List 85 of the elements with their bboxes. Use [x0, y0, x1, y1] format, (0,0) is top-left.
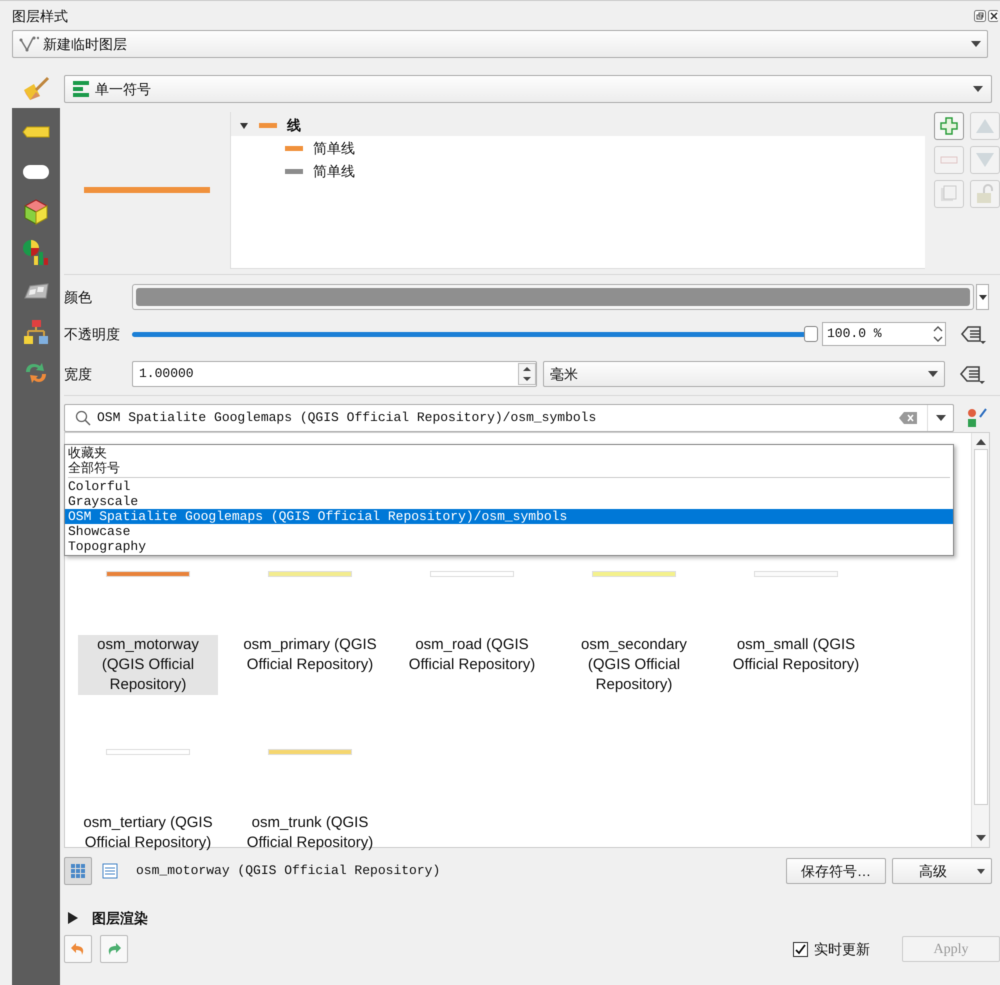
pie-bar-chart-icon[interactable]	[22, 238, 50, 266]
renderer-combo[interactable]: 单一符号	[64, 75, 992, 103]
width-spinbox[interactable]: 1.00000	[132, 361, 537, 387]
unit-combo[interactable]: 毫米	[543, 361, 945, 387]
data-defined-icon[interactable]	[958, 323, 986, 345]
library-search-field[interactable]: OSM Spatialite Googlemaps (QGIS Official Repository)/osm_symbols	[64, 404, 954, 432]
symbol-item-label[interactable]: osm_trunk (QGIS Official Repository)	[240, 813, 380, 853]
opacity-slider[interactable]	[132, 326, 818, 342]
float-icon[interactable]	[974, 10, 986, 22]
minus-icon	[940, 156, 958, 164]
scroll-up-icon	[976, 439, 986, 445]
library-option[interactable]: Topography	[65, 539, 953, 554]
library-search-value: OSM Spatialite Googlemaps (QGIS Official Repository)/osm_symbols	[97, 409, 598, 428]
selected-symbol-name: osm_motorway (QGIS Official Repository)	[136, 862, 442, 880]
color-button[interactable]	[132, 284, 974, 310]
opacity-value: 100.0 %	[827, 325, 883, 344]
hierarchy-icon[interactable]	[22, 318, 50, 346]
cube-icon[interactable]	[22, 198, 50, 226]
panel-title: 图层样式	[12, 6, 69, 26]
tree-item[interactable]: 简单线	[312, 138, 355, 159]
line-layer-icon	[19, 35, 39, 53]
layer-combo[interactable]: 新建临时图层	[12, 30, 988, 58]
redo-button[interactable]	[100, 935, 128, 963]
symbol-item-label[interactable]: osm_small (QGIS Official Repository)	[726, 635, 866, 675]
up-triangle-icon	[976, 119, 994, 133]
symbol-item-label[interactable]: osm_tertiary (QGIS Official Repository)	[78, 813, 218, 853]
library-option[interactable]: Grayscale	[65, 494, 953, 509]
live-update-checkbox[interactable]	[793, 942, 808, 956]
library-option[interactable]: 全部符号	[65, 461, 953, 476]
caret-icon	[928, 371, 938, 377]
width-label: 宽度	[64, 364, 93, 384]
caret-icon	[973, 86, 983, 92]
caret-icon	[978, 294, 986, 300]
opacity-spinbox[interactable]: 100.0 %	[822, 322, 946, 346]
plus-icon	[940, 117, 958, 135]
advanced-button[interactable]: 高级	[892, 858, 992, 884]
layer-combo-value: 新建临时图层	[43, 34, 128, 54]
scrollbar[interactable]	[971, 433, 989, 847]
tree-item[interactable]: 线	[286, 115, 301, 136]
opacity-label: 不透明度	[64, 324, 121, 344]
check-icon	[795, 944, 806, 954]
library-option[interactable]: OSM Spatialite Googlemaps (QGIS Official Repository)/osm_symbols	[65, 509, 953, 524]
collapse-triangle-icon[interactable]	[238, 122, 249, 130]
redo-arrow-icon	[106, 941, 122, 957]
search-icon	[75, 410, 91, 426]
close-icon[interactable]	[988, 10, 998, 22]
width-value: 1.00000	[139, 365, 195, 384]
icon-view-button[interactable]	[64, 857, 92, 885]
grid-icon	[70, 863, 86, 879]
library-option[interactable]: Showcase	[65, 524, 953, 539]
caret-icon	[971, 41, 981, 47]
undo-arrow-icon	[70, 941, 86, 957]
paintbrush-icon	[22, 76, 50, 102]
caret-icon	[977, 868, 985, 874]
padlock-icon	[976, 184, 994, 204]
layer-rendering-label: 图层渲染	[92, 908, 148, 928]
caret-icon[interactable]	[936, 415, 946, 421]
live-update-label: 实时更新	[814, 940, 870, 958]
unit-value: 毫米	[550, 364, 579, 384]
color-menu-button[interactable]	[976, 284, 989, 310]
down-triangle-icon	[976, 153, 994, 167]
symbol-item-label[interactable]: osm_motorway (QGIS Official Repository)	[78, 635, 218, 695]
scroll-down-icon	[976, 835, 986, 841]
spin-arrows-icon	[931, 324, 945, 344]
spin-arrows-icon	[518, 363, 536, 385]
library-option[interactable]: 收藏夹	[65, 446, 953, 461]
symbol-item-label[interactable]: osm_secondary (QGIS Official Repository)	[564, 635, 704, 695]
symbol-item-label[interactable]: osm_primary (QGIS Official Repository)	[240, 635, 380, 675]
tree-item[interactable]: 简单线	[312, 161, 355, 182]
style-manager-icon[interactable]	[966, 407, 988, 429]
color-label: 颜色	[64, 288, 93, 306]
clear-icon[interactable]	[899, 412, 917, 424]
undo-button[interactable]	[64, 935, 92, 963]
list-icon	[102, 863, 118, 879]
single-symbol-icon	[73, 80, 89, 98]
renderer-combo-value: 单一符号	[95, 80, 152, 98]
save-symbol-button[interactable]: 保存符号…	[786, 858, 886, 884]
symbol-item-label[interactable]: osm_road (QGIS Official Repository)	[402, 635, 542, 675]
advanced-label: 高级	[919, 862, 948, 880]
library-option[interactable]: Colorful	[65, 479, 953, 494]
slider-thumb[interactable]	[804, 326, 818, 342]
duplicate-icon	[940, 185, 958, 203]
data-defined-icon[interactable]	[957, 363, 985, 385]
add-layer-button[interactable]	[934, 112, 964, 140]
layer-rendering-header[interactable]: 图层渲染	[64, 906, 1000, 930]
